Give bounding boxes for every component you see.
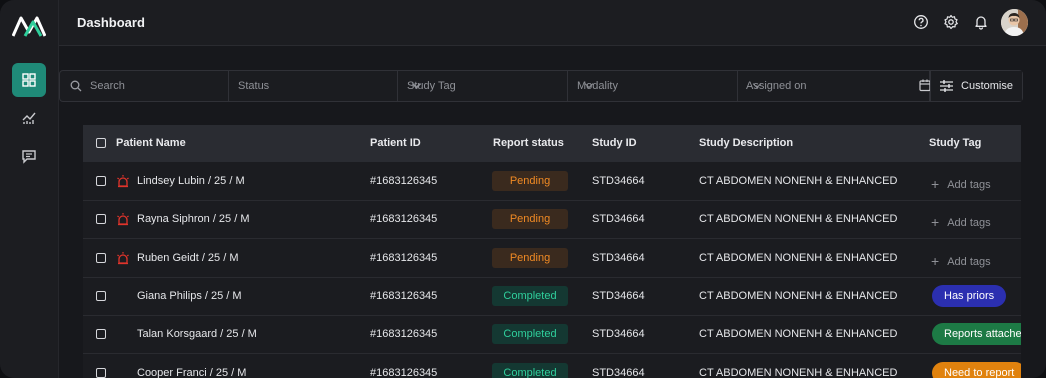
alert-icon: [117, 251, 129, 264]
study-id: STD34664: [592, 175, 645, 187]
study-id: STD34664: [592, 366, 645, 378]
study-id: STD34664: [592, 213, 645, 226]
plus-icon: +: [931, 214, 940, 231]
row-checkbox[interactable]: [96, 290, 106, 301]
row-checkbox[interactable]: [96, 367, 106, 378]
patient-id: #1683126345: [370, 213, 438, 226]
modality-filter-label: Modality: [577, 80, 618, 92]
table-header: Patient Name Patient ID Report status St…: [83, 125, 1021, 162]
column-header-patient-id[interactable]: Patient ID: [370, 137, 421, 149]
nav-messages[interactable]: [12, 139, 46, 173]
customise-button[interactable]: Customise: [930, 71, 1022, 101]
alert-icon: [117, 175, 129, 188]
sliders-icon: [940, 80, 954, 92]
column-header-study-tag[interactable]: Study Tag: [929, 137, 981, 149]
status-filter[interactable]: Status: [229, 71, 422, 101]
avatar[interactable]: [1001, 9, 1028, 36]
plus-icon: +: [931, 252, 940, 269]
patient-id: #1683126345: [370, 251, 438, 264]
gear-icon[interactable]: [943, 14, 959, 30]
table-row[interactable]: Ruben Geidt / 25 / M #1683126345 Pending ST…: [83, 239, 1021, 278]
patient-name[interactable]: Lindsey Lubin / 25 / M: [137, 175, 245, 187]
row-checkbox[interactable]: [96, 214, 106, 225]
add-tags-label: Add tags: [947, 179, 991, 191]
patient-name[interactable]: Talan Korsgaard / 25 / M: [137, 328, 257, 340]
column-header-study-description[interactable]: Study Description: [699, 137, 793, 149]
sidebar: [0, 0, 59, 378]
search-icon: [70, 80, 82, 92]
study-description: CT ABDOMEN NONENH & ENHANCED: [699, 251, 898, 264]
message-icon: [22, 150, 36, 164]
app-window: Dashboard Search Status Study Tag Modali…: [0, 0, 1046, 378]
table-row[interactable]: Cooper Franci / 25 / M #1683126345 Complet…: [83, 354, 1021, 378]
table-row[interactable]: Lindsey Lubin / 25 / M #1683126345 Pending…: [83, 162, 1021, 201]
bell-icon[interactable]: [973, 14, 989, 30]
table-row[interactable]: Rayna Siphron / 25 / M #1683126345 Pending…: [83, 200, 1021, 240]
patient-name[interactable]: Rayna Siphron / 25 / M: [137, 213, 250, 225]
page-title: Dashboard: [77, 15, 145, 30]
help-icon[interactable]: [913, 14, 929, 30]
column-header-study-id[interactable]: Study ID: [592, 137, 637, 149]
assigned-on-filter[interactable]: Assigned on: [738, 71, 931, 101]
study-description: CT ABDOMEN NONENH & ENHANCED: [699, 175, 898, 187]
modality-filter[interactable]: Modality: [568, 71, 738, 101]
studies-table: Patient Name Patient ID Report status St…: [83, 125, 1021, 378]
study-description: CT ABDOMEN NONENH & ENHANCED: [699, 213, 898, 226]
status-badge: Pending: [492, 247, 568, 268]
analytics-icon: [22, 112, 36, 124]
status-badge: Pending: [492, 209, 568, 230]
row-checkbox[interactable]: [96, 329, 106, 340]
nav-dashboard[interactable]: [12, 63, 46, 97]
study-description: CT ABDOMEN NONENH & ENHANCED: [699, 328, 898, 341]
add-tags-label: Add tags: [947, 255, 991, 268]
status-badge: Completed: [492, 285, 568, 306]
patient-name[interactable]: Ruben Geidt / 25 / M: [137, 252, 239, 264]
status-badge: Completed: [492, 324, 568, 345]
study-description: CT ABDOMEN NONENH & ENHANCED: [699, 366, 898, 378]
patient-id: #1683126345: [370, 328, 438, 341]
study-id: STD34664: [592, 328, 645, 341]
table-row[interactable]: Talan Korsgaard / 25 / M #1683126345 Compl…: [83, 315, 1021, 355]
filter-bar: Search Status Study Tag Modality Assigne…: [59, 70, 1023, 102]
search-placeholder: Search: [90, 80, 125, 92]
add-tags-button[interactable]: + Add tags: [931, 175, 991, 192]
patient-id: #1683126345: [370, 289, 438, 302]
status-badge: Completed: [492, 362, 568, 378]
plus-icon: +: [931, 176, 940, 192]
top-bar: Dashboard: [59, 0, 1046, 46]
add-tags-button[interactable]: + Add tags: [931, 252, 991, 269]
patient-id: #1683126345: [370, 366, 438, 378]
patient-id: #1683126345: [370, 175, 438, 187]
study-id: STD34664: [592, 289, 645, 302]
dashboard-icon: [22, 73, 36, 87]
study-description: CT ABDOMEN NONENH & ENHANCED: [699, 289, 898, 302]
study-tag-pill[interactable]: Reports attached: [932, 323, 1021, 346]
add-tags-label: Add tags: [947, 217, 991, 230]
column-header-report-status[interactable]: Report status: [493, 137, 564, 149]
customise-label: Customise: [961, 80, 1013, 92]
search-field[interactable]: Search: [60, 71, 229, 101]
user-avatar-image: [1001, 9, 1028, 36]
column-header-patient-name[interactable]: Patient Name: [116, 137, 186, 149]
row-checkbox[interactable]: [96, 176, 106, 186]
status-filter-label: Status: [238, 80, 270, 92]
app-logo[interactable]: [12, 14, 46, 38]
study-tag-filter[interactable]: Study Tag: [398, 71, 568, 101]
patient-name[interactable]: Cooper Franci / 25 / M: [137, 367, 246, 378]
add-tags-button[interactable]: + Add tags: [931, 213, 991, 231]
patient-name[interactable]: Giana Philips / 25 / M: [137, 290, 242, 302]
nav-analytics[interactable]: [12, 101, 46, 135]
alert-icon: [117, 213, 129, 226]
table-row[interactable]: Giana Philips / 25 / M #1683126345 Complet…: [83, 277, 1021, 316]
row-checkbox[interactable]: [96, 252, 106, 263]
study-tag-pill[interactable]: Has priors: [932, 284, 1007, 307]
select-all-checkbox[interactable]: [96, 138, 106, 148]
study-tag-pill[interactable]: Need to report: [932, 361, 1021, 378]
study-id: STD34664: [592, 251, 645, 264]
status-badge: Pending: [492, 171, 568, 191]
